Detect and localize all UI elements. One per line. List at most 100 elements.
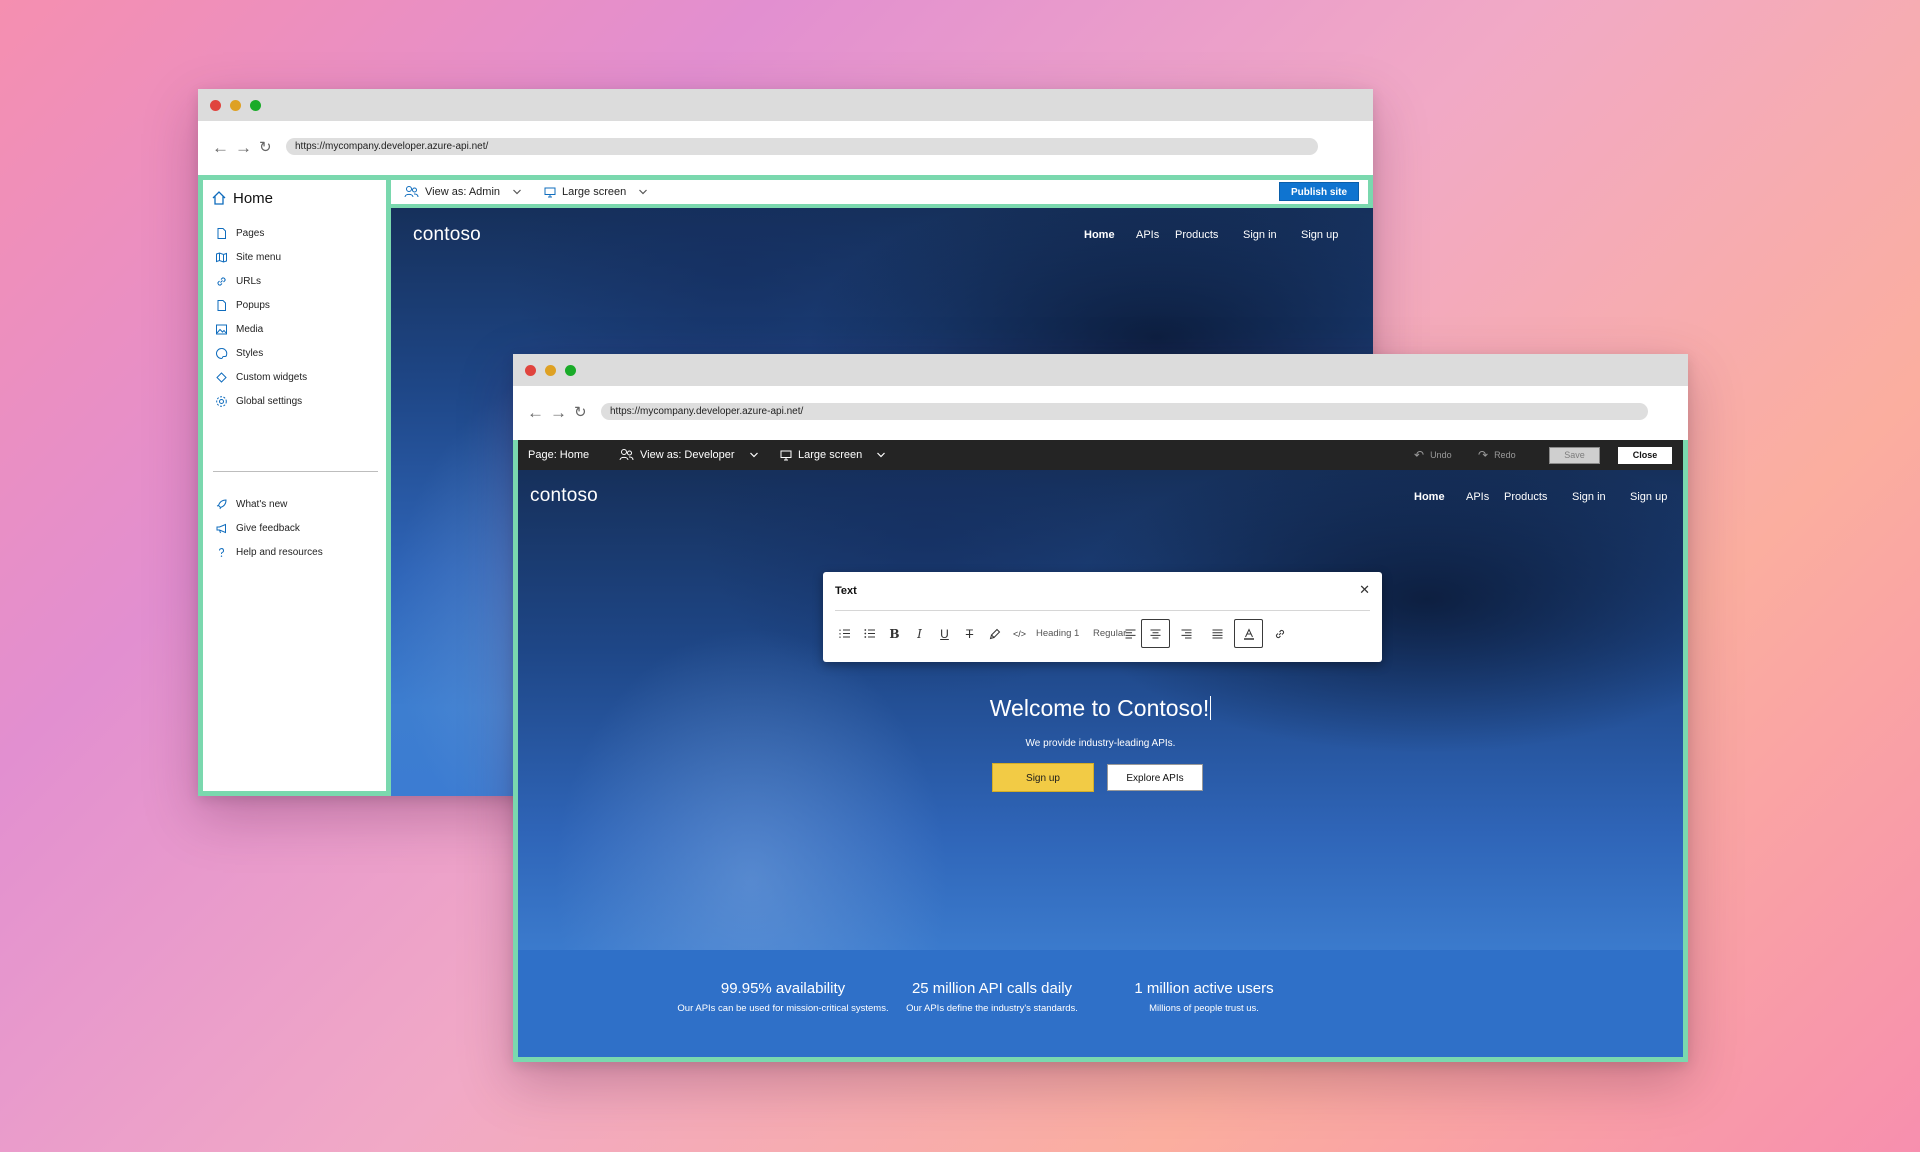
back-arrow-icon[interactable]: ← (527, 403, 544, 423)
sidebar-item-label: Global settings (236, 395, 303, 407)
text-color-icon[interactable] (1234, 619, 1263, 648)
sidebar-item-give-feedback[interactable]: Give feedback (215, 518, 300, 538)
undo-button[interactable]: ↶ Undo (1414, 447, 1452, 463)
site-nav: Home APIs Products Sign in Sign up (1084, 229, 1338, 241)
minimize-window-icon[interactable] (545, 365, 556, 376)
megaphone-icon (216, 523, 226, 533)
question-icon (219, 547, 224, 557)
editor-frame: Page: Home View as: Developer Large scre… (513, 440, 1688, 1062)
sidebar-item-label: Pages (236, 227, 265, 239)
view-as-label: View as: Admin (425, 186, 501, 198)
sidebar-item-site-menu[interactable]: Site menu (215, 247, 281, 267)
link-icon[interactable] (1265, 619, 1294, 648)
maximize-window-icon[interactable] (250, 100, 261, 111)
sidebar-item-media[interactable]: Media (215, 319, 263, 339)
justify-icon[interactable] (1203, 619, 1232, 648)
nav-apis[interactable]: APIs (1136, 229, 1175, 241)
sidebar-item-urls[interactable]: URLs (215, 271, 261, 291)
view-as-dropdown[interactable]: View as: Developer (619, 447, 759, 463)
monitor-icon (780, 450, 792, 460)
screen-size-dropdown[interactable]: Large screen (780, 447, 886, 463)
nav-sign-up[interactable]: Sign up (1301, 229, 1338, 241)
align-right-icon[interactable] (1172, 619, 1201, 648)
hero-subtitle[interactable]: We provide industry-leading APIs. (518, 738, 1683, 749)
close-window-icon[interactable] (210, 100, 221, 111)
title-bar (198, 89, 1373, 121)
redo-icon: ↷ (1478, 448, 1489, 462)
link-icon (217, 276, 226, 286)
stat-description: Millions of people trust us. (1149, 1003, 1259, 1014)
sidebar-item-help[interactable]: Help and resources (215, 542, 323, 562)
chevron-down-icon (639, 189, 648, 195)
nav-home[interactable]: Home (1084, 229, 1136, 241)
sidebar-item-custom-widgets[interactable]: Custom widgets (215, 367, 307, 387)
sidebar-item-label: Give feedback (236, 522, 300, 534)
rocket-icon (216, 498, 227, 509)
nav-sign-in[interactable]: Sign in (1572, 491, 1630, 503)
reload-icon[interactable]: ↻ (259, 138, 272, 158)
address-bar-row: ← → ↻ https://mycompany.developer.azure-… (198, 121, 1373, 175)
sidebar-item-global-settings[interactable]: Global settings (215, 391, 302, 411)
sidebar-item-popups[interactable]: Popups (215, 295, 270, 315)
nav-sign-up[interactable]: Sign up (1630, 491, 1667, 503)
sidebar-divider (213, 471, 378, 472)
sidebar-item-label: Help and resources (236, 546, 323, 558)
nav-home[interactable]: Home (1414, 491, 1466, 503)
sidebar-item-styles[interactable]: Styles (215, 343, 263, 363)
sidebar-item-whats-new[interactable]: What's new (215, 494, 287, 514)
sidebar-home[interactable]: Home (211, 188, 273, 208)
redo-button[interactable]: ↷ Redo (1478, 447, 1516, 463)
sidebar-item-pages[interactable]: Pages (215, 223, 264, 243)
site-preview: contoso Home APIs Products Sign in Sign … (518, 470, 1683, 1057)
sidebar-item-label: Styles (236, 347, 264, 359)
align-center-icon[interactable] (1141, 619, 1170, 648)
undo-label: Undo (1430, 450, 1452, 460)
minimize-window-icon[interactable] (230, 100, 241, 111)
hero-title[interactable]: Welcome to Contoso! (518, 695, 1683, 722)
redo-label: Redo (1494, 450, 1516, 460)
page-label: Page: Home (528, 449, 590, 461)
close-window-icon[interactable] (525, 365, 536, 376)
nav-sign-in[interactable]: Sign in (1243, 229, 1301, 241)
forward-arrow-icon[interactable]: → (235, 138, 252, 158)
explore-apis-button[interactable]: Explore APIs (1107, 764, 1203, 791)
nav-products[interactable]: Products (1175, 229, 1243, 241)
close-button[interactable]: Close (1618, 447, 1672, 464)
browser-window-front: ← → ↻ https://mycompany.developer.azure-… (513, 354, 1688, 1062)
stat-active-users: 1 million active users Millions of peopl… (1074, 980, 1334, 1014)
sidebar-item-label: Site menu (236, 251, 282, 263)
panel-divider (835, 610, 1370, 611)
image-icon (216, 324, 227, 334)
back-arrow-icon[interactable]: ← (212, 138, 229, 158)
sign-up-button[interactable]: Sign up (992, 763, 1094, 792)
publish-site-button[interactable]: Publish site (1279, 182, 1359, 201)
gear-icon (216, 395, 227, 407)
site-logo[interactable]: contoso (530, 485, 598, 507)
close-icon[interactable]: ✕ (1359, 582, 1370, 598)
editor-sidebar: Home Pages Site menu URLs Popups Media S… (203, 180, 386, 791)
url-field[interactable]: https://mycompany.developer.azure-api.ne… (286, 138, 1318, 155)
people-icon (619, 449, 634, 461)
view-as-label: View as: Developer (640, 449, 735, 461)
sidebar-item-label: Custom widgets (236, 371, 308, 383)
site-logo[interactable]: contoso (413, 224, 481, 246)
heading-select[interactable]: Heading 1 (1036, 628, 1079, 639)
nav-products[interactable]: Products (1504, 491, 1572, 503)
view-as-dropdown[interactable]: View as: Admin (404, 184, 522, 200)
page-selector[interactable]: Page: Home (528, 447, 589, 463)
forward-arrow-icon[interactable]: → (550, 403, 567, 423)
sidebar-home-label: Home (233, 189, 274, 207)
nav-apis[interactable]: APIs (1466, 491, 1504, 503)
panel-title: Text (835, 585, 857, 597)
palette-icon (216, 347, 228, 359)
save-button[interactable]: Save (1549, 447, 1600, 464)
url-field[interactable]: https://mycompany.developer.azure-api.ne… (601, 403, 1648, 420)
monitor-icon (544, 187, 556, 197)
chevron-down-icon (513, 189, 521, 195)
screen-size-dropdown[interactable]: Large screen (544, 184, 648, 200)
text-cursor (1210, 696, 1212, 720)
popup-icon (217, 299, 226, 311)
reload-icon[interactable]: ↻ (574, 403, 587, 423)
maximize-window-icon[interactable] (565, 365, 576, 376)
code-icon[interactable]: </> (1005, 619, 1034, 648)
